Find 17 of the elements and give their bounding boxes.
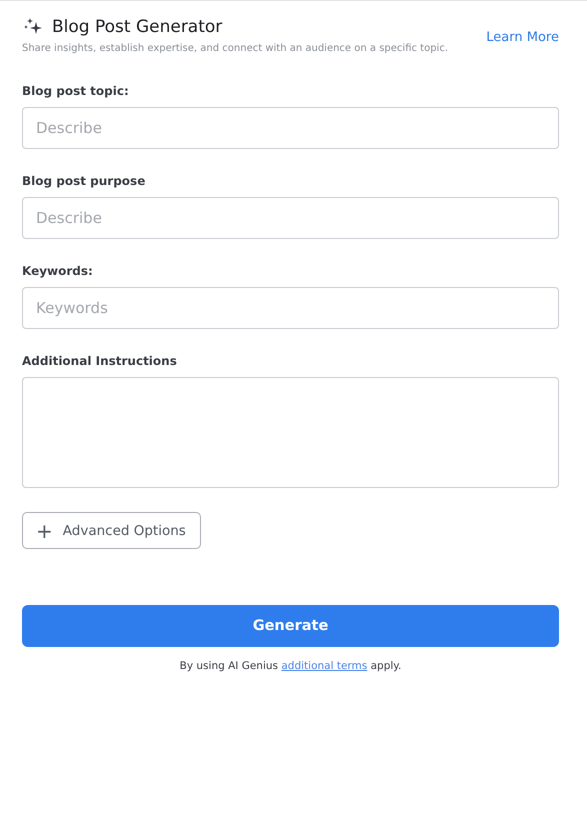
field-label: Additional Instructions (22, 354, 178, 368)
text-area[interactable] (22, 377, 559, 488)
field-label: Blog post topic: (22, 84, 130, 98)
field-label: Blog post purpose (22, 174, 146, 188)
generate-button[interactable]: Generate (22, 605, 559, 647)
page-subtitle: Share insights, establish expertise, and connect with an audience on a specific topic. (22, 43, 448, 54)
field-label: Keywords: (22, 264, 94, 278)
terms-note: By using AI Genius additional terms apply. (178, 660, 402, 672)
page-title: Blog Post Generator (52, 17, 222, 37)
plus-icon: + (36, 520, 53, 540)
terms-link[interactable]: additional terms (281, 660, 368, 672)
advanced-options-button[interactable]: + Advanced Options (22, 512, 201, 549)
sparkle-icon (24, 18, 42, 36)
input-field[interactable]: Describe (22, 197, 559, 239)
learn-more-link[interactable]: Learn More (486, 30, 559, 45)
input-field[interactable]: Keywords (22, 287, 559, 329)
input-field[interactable]: Describe (22, 107, 559, 149)
